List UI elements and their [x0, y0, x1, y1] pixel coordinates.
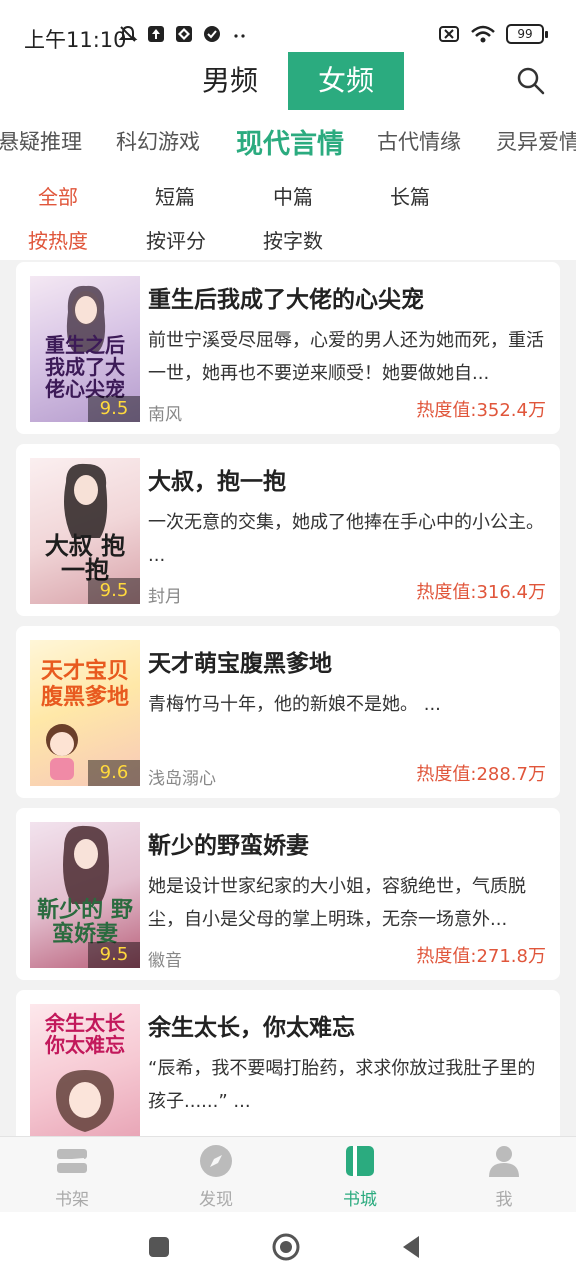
status-notification-icons — [118, 24, 250, 44]
category-ancient-romance[interactable]: 古代情缘 — [377, 126, 461, 156]
mute-bell-icon — [118, 25, 138, 42]
cover-title: 余生太长 你太难忘 — [45, 1011, 125, 1057]
score-badge: 9.5 — [88, 396, 140, 422]
category-modern-romance[interactable]: 现代言情 — [236, 122, 344, 161]
recent-apps-icon[interactable] — [144, 1232, 174, 1262]
no-sim-icon — [439, 26, 459, 42]
tab-male[interactable]: 男频 — [172, 52, 288, 110]
category-mystery[interactable]: 悬疑推理 — [0, 126, 82, 156]
nav-discover[interactable]: 发现 — [144, 1137, 288, 1213]
cover-figure-illustration — [64, 463, 108, 538]
book-cover[interactable]: 余生太长 你太难忘 — [30, 1004, 140, 1150]
app-diamond-icon — [176, 26, 192, 42]
score-badge: 9.6 — [88, 760, 140, 786]
cover-child-illustration — [46, 724, 78, 780]
category-scifi-game[interactable]: 科幻游戏 — [116, 126, 200, 156]
score-badge: 9.5 — [88, 578, 140, 604]
book-card[interactable]: 天才宝贝 腹黑爹地 9.6 天才萌宝腹黑爹地 青梅竹马十年，他的新娘不是她。 .… — [16, 626, 560, 798]
filter-bar: 全部 短篇 中篇 长篇 按热度 按评分 按字数 — [0, 170, 576, 260]
cover-title: 靳少的 野蛮娇妻 — [37, 897, 133, 947]
cover-title: 重生之后 我成了大佬心尖宠 — [45, 333, 125, 401]
status-system-icons: 99 — [438, 24, 548, 44]
category-bar: 悬疑推理 科幻游戏 现代言情 古代情缘 灵异爱情 — [0, 112, 576, 170]
user-icon — [489, 1146, 519, 1177]
cover-figure-illustration — [63, 825, 109, 904]
book-cover[interactable]: 靳少的 野蛮娇妻 9.5 — [30, 822, 140, 968]
book-title[interactable]: 大叔，抱一抱 — [148, 462, 286, 496]
book-icon — [346, 1146, 374, 1176]
book-heat: 热度值:316.4万 — [416, 582, 546, 603]
filter-all[interactable]: 全部 — [38, 181, 78, 210]
bottom-nav: 书架 发现 书城 我 — [0, 1136, 576, 1212]
nav-profile[interactable]: 我 — [432, 1137, 576, 1213]
book-description: “辰希，我不要喝打胎药，求求你放过我肚子里的孩子......” ... — [148, 1058, 536, 1112]
book-description: 一次无意的交集，她成了他捧在手心中的小公主。 ... — [148, 512, 544, 566]
book-heat: 热度值:288.7万 — [416, 764, 546, 785]
score-badge: 9.5 — [88, 942, 140, 968]
wifi-icon — [471, 25, 495, 43]
battery-indicator: 99 — [506, 24, 548, 44]
back-icon[interactable] — [397, 1232, 427, 1262]
book-author: 封月 — [148, 587, 182, 607]
tab-female[interactable]: 女频 — [288, 52, 404, 110]
home-icon[interactable] — [271, 1232, 301, 1262]
book-cover[interactable]: 重生之后 我成了大佬心尖宠 9.5 — [30, 276, 140, 422]
compass-icon — [200, 1145, 232, 1177]
nav-bookshelf[interactable]: 书架 — [0, 1137, 144, 1213]
filter-long[interactable]: 长篇 — [390, 181, 430, 210]
sort-by-rating[interactable]: 按评分 — [146, 225, 206, 254]
book-heat: 热度值:271.8万 — [416, 946, 546, 967]
sort-by-wordcount[interactable]: 按字数 — [263, 225, 323, 254]
category-supernatural-romance[interactable]: 灵异爱情 — [496, 126, 576, 156]
book-author: 徽音 — [148, 951, 182, 971]
more-dots-icon — [234, 34, 245, 38]
status-time: 上午11:10 — [24, 28, 127, 52]
check-circle-icon — [204, 26, 220, 42]
book-description: 前世宁溪受尽屈辱，心爱的男人还为她而死，重活一世，她再也不要逆来顺受！她要做她自… — [148, 330, 544, 384]
system-nav-bar — [0, 1212, 576, 1280]
nav-bookstore[interactable]: 书城 — [288, 1137, 432, 1213]
nav-label: 发现 — [199, 1190, 233, 1210]
book-card[interactable]: 重生之后 我成了大佬心尖宠 9.5 重生后我成了大佬的心尖宠 前世宁溪受尽屈辱，… — [16, 262, 560, 434]
book-description: 青梅竹马十年，他的新娘不是她。 ... — [148, 694, 441, 715]
book-title[interactable]: 余生太长，你太难忘 — [148, 1008, 355, 1042]
cover-title: 大叔 抱一抱 — [44, 531, 126, 584]
top-bar: 男频 女频 — [0, 52, 576, 112]
book-heat: 热度值:352.4万 — [416, 400, 546, 421]
nav-label: 我 — [495, 1190, 513, 1210]
book-cover[interactable]: 大叔 抱一抱 9.5 — [30, 458, 140, 604]
nav-label: 书架 — [55, 1190, 89, 1210]
nav-label: 书城 — [343, 1190, 377, 1210]
book-title[interactable]: 天才萌宝腹黑爹地 — [148, 644, 332, 678]
cover-title: 天才宝贝 腹黑爹地 — [40, 658, 129, 710]
book-card[interactable]: 大叔 抱一抱 9.5 大叔，抱一抱 一次无意的交集，她成了他捧在手心中的小公主。… — [16, 444, 560, 616]
bookshelf-icon — [57, 1149, 87, 1173]
sort-by-heat[interactable]: 按热度 — [28, 225, 88, 254]
filter-short[interactable]: 短篇 — [155, 181, 195, 210]
book-description: 她是设计世家纪家的大小姐，容貌绝世，气质脱尘，自小是父母的掌上明珠，无奈一场意外… — [148, 876, 526, 930]
book-title[interactable]: 重生后我成了大佬的心尖宠 — [148, 280, 424, 314]
search-icon[interactable] — [516, 66, 546, 96]
upload-icon — [148, 26, 164, 42]
book-title[interactable]: 靳少的野蛮娇妻 — [148, 826, 309, 860]
book-author: 浅岛溺心 — [148, 769, 216, 789]
book-card[interactable]: 靳少的 野蛮娇妻 9.5 靳少的野蛮娇妻 她是设计世家纪家的大小姐，容貌绝世，气… — [16, 808, 560, 980]
filter-medium[interactable]: 中篇 — [273, 181, 313, 210]
book-author: 南风 — [148, 405, 182, 425]
book-cover[interactable]: 天才宝贝 腹黑爹地 9.6 — [30, 640, 140, 786]
cover-figure-illustration — [56, 1070, 114, 1132]
